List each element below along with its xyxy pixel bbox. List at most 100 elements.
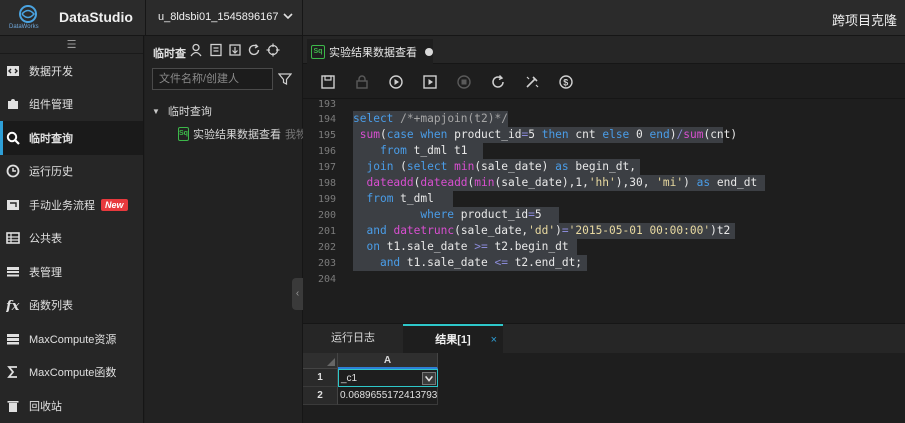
line-number: 195 — [317, 130, 336, 141]
nav-item-maxcompute-functions[interactable]: MaxCompute函数 — [0, 356, 143, 390]
project-selector[interactable]: u_8ldsbi01_1545896167 — [145, 0, 303, 36]
nav-item-label: 回收站 — [29, 400, 62, 413]
caret-down-icon: ▼ — [152, 106, 160, 116]
cost-estimate-icon[interactable]: $ — [558, 74, 574, 90]
nav-item-components[interactable]: 组件管理 — [0, 88, 143, 122]
locate-icon[interactable] — [266, 43, 280, 57]
tree-file-label: 实验结果数据查看 — [192, 129, 281, 141]
nav-item-public-tables[interactable]: 公共表 — [0, 222, 143, 256]
resource-icon — [7, 333, 19, 345]
tree-file-owner: 我物 — [284, 129, 303, 141]
svg-text:fx: fx — [6, 299, 20, 312]
chevron-down-icon — [283, 13, 293, 20]
menu-toggle-icon[interactable]: ☰ — [0, 36, 143, 54]
code-editor[interactable]: 193 194 195 196 197 198 199 200 201 202 … — [303, 99, 905, 322]
puzzle-icon — [8, 99, 18, 110]
lock-icon[interactable] — [354, 74, 370, 90]
nav-item-label: MaxCompute资源 — [29, 333, 117, 346]
line-number: 202 — [317, 242, 336, 253]
table-manage-icon — [7, 266, 19, 277]
query-explorer: 临时查 文件名称/创建人 ▼ 临时查询 Sq 实验结果数据查看 我物 — [145, 36, 303, 423]
run-with-params-icon[interactable] — [422, 74, 438, 90]
nav-item-data-dev[interactable]: 数据开发 — [0, 54, 143, 88]
dropdown-icon[interactable] — [422, 372, 436, 385]
clock-icon — [6, 164, 20, 178]
filter-icon[interactable] — [278, 72, 292, 86]
column-header[interactable]: A — [338, 353, 438, 369]
code-line: and t1.sale_date <= t2.end_dt; — [379, 256, 583, 269]
import-icon[interactable] — [228, 43, 242, 57]
tree-file-item[interactable]: Sq 实验结果数据查看 我物 — [172, 126, 303, 142]
nav-item-label: 运行历史 — [29, 166, 73, 179]
row-header[interactable]: 1 — [303, 369, 338, 387]
save-icon[interactable] — [320, 74, 336, 90]
results-panel: 运行日志 结果[1] × A 1 _c1 2 0.068965517241379… — [303, 323, 905, 423]
select-all-corner[interactable] — [303, 353, 338, 369]
panel-collapse-handle[interactable]: ‹ — [292, 278, 303, 310]
editor-tab[interactable]: Sq 实验结果数据查看 — [307, 39, 433, 64]
code-line: from t_dml t1 — [379, 144, 468, 157]
tree-folder-temp-query[interactable]: ▼ 临时查询 — [152, 103, 212, 119]
run-icon[interactable] — [388, 74, 404, 90]
nav-item-label: 临时查询 — [29, 132, 73, 145]
stop-icon[interactable] — [456, 74, 472, 90]
brand-title: DataStudio — [59, 9, 133, 25]
sql-file-icon: Sq — [311, 44, 325, 59]
logo-text: DataWorks — [9, 24, 39, 30]
line-number: 199 — [317, 194, 336, 205]
line-gutter: 193 194 195 196 197 198 199 200 201 202 … — [303, 99, 339, 322]
new-file-icon[interactable] — [209, 43, 223, 57]
tab-result-label: 结果[1] — [435, 334, 471, 346]
result-grid[interactable]: A 1 _c1 2 0.0689655172413793 — [303, 353, 905, 423]
close-tab-icon[interactable]: × — [491, 326, 497, 355]
svg-text:$: $ — [563, 78, 568, 88]
user-filter-icon[interactable] — [190, 43, 204, 57]
cross-project-clone-link[interactable]: 跨项目克隆 — [832, 10, 897, 29]
line-number: 203 — [317, 258, 336, 269]
nav-item-label: 组件管理 — [29, 99, 73, 112]
results-tab-bar: 运行日志 结果[1] × — [303, 324, 905, 353]
editor-tab-label: 实验结果数据查看 — [329, 46, 417, 59]
sigma-icon — [7, 366, 17, 379]
sql-file-icon: Sq — [178, 127, 189, 141]
nav-item-label: 表管理 — [29, 266, 62, 279]
format-icon[interactable] — [524, 74, 540, 90]
grid-cell[interactable]: 0.0689655172413793 — [338, 387, 438, 405]
nav-item-temp-query[interactable]: 临时查询 — [0, 121, 143, 155]
code-line: sum(case when product_id=5 then cnt else… — [359, 128, 738, 141]
nav-item-function-list[interactable]: fx 函数列表 — [0, 289, 143, 323]
tab-run-log[interactable]: 运行日志 — [303, 324, 403, 353]
nav-item-label: 数据开发 — [29, 65, 73, 78]
explorer-header: 临时查 — [145, 36, 303, 64]
file-search-input[interactable]: 文件名称/创建人 — [152, 68, 273, 90]
refresh-icon[interactable] — [247, 43, 261, 57]
grid-cell[interactable]: _c1 — [338, 369, 438, 387]
nav-item-label: 手动业务流程 — [29, 199, 95, 212]
nav-item-manual-flow[interactable]: 手动业务流程 New — [0, 188, 143, 222]
function-icon: fx — [6, 299, 20, 312]
code-line: join (select min(sale_date) as begin_dt, — [366, 160, 636, 173]
new-badge: New — [101, 198, 128, 211]
editor-tab-bar: Sq 实验结果数据查看 — [303, 36, 905, 64]
nav-item-run-history[interactable]: 运行历史 — [0, 155, 143, 189]
cell-value: _c1 — [341, 373, 358, 384]
line-number: 204 — [317, 274, 336, 285]
row-header[interactable]: 2 — [303, 387, 338, 405]
line-number: 194 — [317, 114, 336, 125]
code-line: select /*+mapjoin(t2)*/ — [353, 112, 508, 125]
line-number: 198 — [317, 178, 336, 189]
line-number: 201 — [317, 226, 336, 237]
unsaved-dot-icon[interactable] — [425, 47, 433, 56]
code-line: where product_id=5 — [420, 208, 542, 221]
line-number: 193 — [317, 99, 336, 110]
tab-result-1[interactable]: 结果[1] × — [403, 324, 503, 353]
nav-item-label: 公共表 — [29, 233, 62, 246]
explorer-toolbar — [190, 43, 280, 57]
nav-item-table-management[interactable]: 表管理 — [0, 255, 143, 289]
reload-icon[interactable] — [490, 74, 506, 90]
nav-item-recycle-bin[interactable]: 回收站 — [0, 389, 143, 423]
left-nav: ☰ 数据开发 组件管理 临时查询 运行历史 手动业务流程 New 公共表 表管理… — [0, 36, 144, 423]
nav-item-maxcompute-resources[interactable]: MaxCompute资源 — [0, 322, 143, 356]
code-line: dateadd(dateadd(min(sale_date),1,'hh'),3… — [366, 176, 758, 189]
nav-item-label: MaxCompute函数 — [29, 367, 117, 380]
